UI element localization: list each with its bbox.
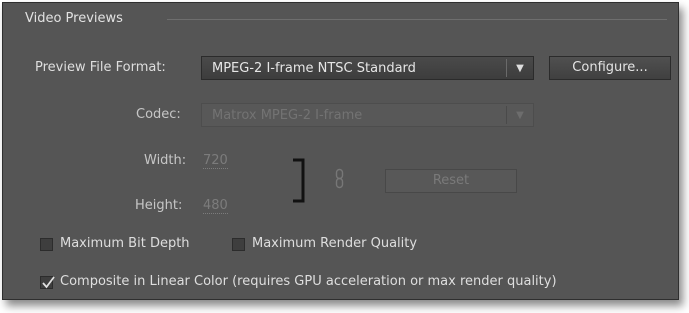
max-bit-depth-checkbox[interactable]: [40, 238, 53, 251]
height-value[interactable]: 480: [203, 198, 228, 214]
linear-color-checkbox[interactable]: [40, 276, 55, 289]
reset-button[interactable]: Reset: [385, 169, 517, 193]
chevron-down-icon: ▼: [516, 62, 524, 74]
linear-color-label: Composite in Linear Color (requires GPU …: [60, 274, 557, 289]
chevron-down-icon: ▼: [516, 109, 524, 121]
section-divider: [167, 19, 667, 20]
preview-format-dropdown[interactable]: MPEG-2 I-frame NTSC Standard ▼: [201, 56, 534, 80]
width-label: Width:: [144, 153, 187, 168]
aspect-bracket-icon: [293, 158, 305, 203]
preview-format-value: MPEG-2 I-frame NTSC Standard: [212, 60, 416, 76]
codec-label: Codec:: [136, 107, 181, 122]
codec-value: Matrox MPEG-2 I-frame: [212, 107, 363, 123]
chain-link-icon[interactable]: [334, 168, 346, 190]
max-render-quality-checkbox[interactable]: [232, 238, 245, 251]
max-bit-depth-label: Maximum Bit Depth: [60, 236, 190, 251]
height-label: Height:: [135, 198, 183, 213]
checkmark-icon: [42, 276, 55, 289]
video-previews-panel: Video Previews Preview File Format: MPEG…: [2, 2, 679, 300]
max-render-quality-label: Maximum Render Quality: [252, 236, 418, 251]
codec-dropdown[interactable]: Matrox MPEG-2 I-frame ▼: [201, 103, 534, 127]
preview-format-label: Preview File Format:: [35, 60, 166, 75]
section-title: Video Previews: [25, 11, 123, 26]
width-value[interactable]: 720: [203, 153, 228, 169]
configure-button[interactable]: Configure...: [549, 56, 671, 80]
